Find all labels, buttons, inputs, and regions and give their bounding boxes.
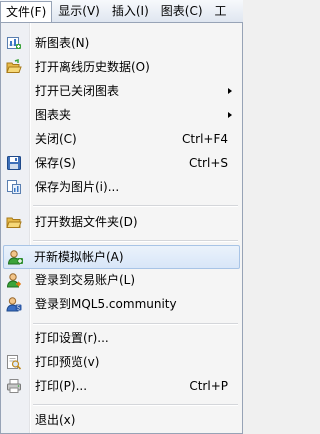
- menu-item-label: 保存为图片(i)...: [35, 180, 120, 194]
- menu-item-open-demo-account[interactable]: 开新模拟帐户(A): [3, 245, 240, 269]
- menu-item-label: 关闭(C): [35, 132, 77, 146]
- menu-insert[interactable]: 插入(I): [106, 1, 155, 21]
- menu-item-login-mql5-community[interactable]: 5 登录到MQL5.community: [3, 293, 240, 315]
- menu-bar: 文件(F) 显示(V) 插入(I) 图表(C) 工: [0, 0, 243, 23]
- new-demo-account-icon: [7, 249, 23, 265]
- menu-item-new-chart[interactable]: 新图表(N): [3, 32, 240, 54]
- menu-charts[interactable]: 图表(C): [155, 1, 209, 21]
- save-icon: [6, 155, 22, 171]
- menu-item-label: 打开已关闭图表: [35, 84, 120, 98]
- save-as-picture-icon: [6, 179, 22, 195]
- menu-separator: [33, 240, 238, 242]
- menu-item-label: 打印设置(r)...: [35, 331, 109, 345]
- login-trade-account-icon: [6, 272, 22, 288]
- file-menu-dropdown: 新图表(N) 打开离线历史数据(O) 打开已关闭图表 图表夹 关闭(C) Ctr…: [0, 22, 243, 434]
- folder-icon: [6, 214, 22, 230]
- menu-item-label: 打开离线历史数据(O): [35, 60, 150, 74]
- menu-item-shortcut: Ctrl+F4: [182, 132, 228, 146]
- menu-separator: [33, 323, 238, 325]
- menu-view[interactable]: 显示(V): [52, 1, 106, 21]
- menu-item-label: 登录到交易账户(L): [35, 273, 136, 287]
- menu-item-label: 打开数据文件夹(D): [35, 215, 138, 229]
- menu-item-open-closed-charts[interactable]: 打开已关闭图表: [3, 80, 240, 102]
- menu-item-exit[interactable]: 退出(x): [3, 409, 240, 431]
- menu-separator: [33, 205, 238, 207]
- menu-item-shortcut: Ctrl+P: [189, 379, 228, 393]
- menu-item-label: 打印预览(v): [35, 355, 100, 369]
- menu-item-print-preview[interactable]: 打印预览(v): [3, 351, 240, 373]
- menu-file[interactable]: 文件(F): [0, 0, 53, 23]
- menu-item-print[interactable]: 打印(P)... Ctrl+P: [3, 375, 240, 397]
- menu-item-shortcut: Ctrl+S: [188, 156, 228, 170]
- menu-item-label: 开新模拟帐户(A): [34, 250, 124, 264]
- menu-item-label: 图表夹: [35, 108, 72, 122]
- submenu-arrow-icon: [228, 88, 232, 94]
- menu-item-label: 登录到MQL5.community: [35, 297, 177, 311]
- menu-item-login-trade-account[interactable]: 登录到交易账户(L): [3, 269, 240, 291]
- menu-item-label: 新图表(N): [35, 36, 90, 50]
- submenu-arrow-icon: [228, 112, 232, 118]
- menu-item-close[interactable]: 关闭(C) Ctrl+F4: [3, 128, 240, 150]
- mql5-community-icon: 5: [6, 296, 22, 312]
- print-preview-icon: [6, 354, 22, 370]
- menu-item-profiles[interactable]: 图表夹: [3, 104, 240, 126]
- new-chart-icon: [6, 35, 22, 51]
- menu-separator: [33, 404, 238, 406]
- open-folder-icon: [6, 58, 22, 75]
- menu-item-label: 保存(S): [35, 156, 76, 170]
- svg-text:5: 5: [17, 306, 20, 312]
- menu-tools[interactable]: 工: [209, 1, 233, 21]
- menu-item-label: 退出(x): [35, 413, 76, 427]
- menu-item-label: 打印(P)...: [35, 379, 88, 393]
- menu-item-open-data-folder[interactable]: 打开数据文件夹(D): [3, 211, 240, 233]
- menu-item-save[interactable]: 保存(S) Ctrl+S: [3, 152, 240, 174]
- menu-item-save-as-picture[interactable]: 保存为图片(i)...: [3, 176, 240, 198]
- menu-item-print-setup[interactable]: 打印设置(r)...: [3, 327, 240, 349]
- menu-item-open-offline[interactable]: 打开离线历史数据(O): [3, 56, 240, 78]
- print-icon: [6, 378, 22, 394]
